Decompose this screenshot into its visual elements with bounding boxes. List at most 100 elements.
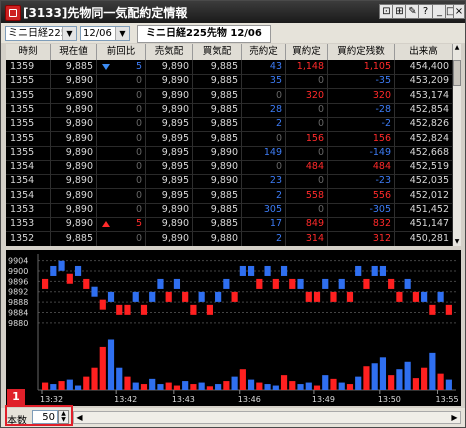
product-select[interactable]: ミニ日経225 ▼ <box>5 26 77 41</box>
volume-bar <box>346 384 354 390</box>
scroll-up-icon[interactable]: ▲ <box>453 44 461 52</box>
volume-bar <box>99 346 106 390</box>
table-row[interactable]: 1359 9,885 5 9,890 9,885 43 1,148 1,105 454,400 <box>6 60 453 75</box>
x-tick-label: 13:49 <box>312 395 335 404</box>
cell-sell: 2 <box>242 117 286 132</box>
cell-bid: 9,880 <box>193 231 242 246</box>
column-header[interactable]: 出来高 <box>395 44 453 60</box>
up-arrow-icon <box>102 221 110 228</box>
volume-bar <box>355 376 362 390</box>
trade-table: 時刻 現在値 前回比 売気配 買気配 売約定 買約定 買約定残数 出来高 1359 9,885 5 9… <box>6 44 461 246</box>
volume-bar <box>215 384 222 390</box>
cell-time: 1352 <box>6 231 51 246</box>
volume-bar <box>289 381 296 390</box>
table-row[interactable]: 1354 9,890 0 9,895 9,890 23 0 -23 452,035 <box>6 174 453 190</box>
help-button[interactable]: ? <box>418 4 433 19</box>
cell-buy: 320 <box>286 88 328 103</box>
horizontal-scrollbar[interactable]: ◀ ▶ <box>73 411 461 424</box>
cell-change: 0 <box>97 188 146 203</box>
cell-ask: 9,890 <box>146 102 193 117</box>
volume-bar <box>412 378 419 390</box>
cell-ask: 9,890 <box>146 217 193 232</box>
title-bar[interactable]: [3133]先物同一気配約定情報 ⊡ ⊞ ✎ ? _ □ × <box>1 1 465 23</box>
volume-bar <box>322 375 329 390</box>
cell-bid: 9,890 <box>193 160 242 175</box>
cell-bid: 9,885 <box>193 117 242 132</box>
column-header[interactable]: 買約定 <box>286 44 328 60</box>
price-mark <box>116 304 123 315</box>
vertical-scrollbar[interactable]: ▲ ▼ <box>453 44 461 246</box>
cell-ask: 9,890 <box>146 231 193 246</box>
table-header: 時刻 現在値 前回比 売気配 買気配 売約定 買約定 買約定残数 出来高 <box>6 44 453 60</box>
volume-bar <box>190 384 197 390</box>
cell-ask: 9,895 <box>146 131 193 146</box>
scroll-thumb[interactable] <box>453 60 461 86</box>
column-header[interactable]: 買約定残数 <box>328 44 395 60</box>
y-tick-label: 9884 <box>8 308 28 317</box>
volume-bar <box>363 366 370 390</box>
column-header[interactable]: 買気配 <box>193 44 242 60</box>
price-mark <box>256 278 263 289</box>
cell-volume: 452,519 <box>395 160 453 175</box>
table-row[interactable]: 1354 9,890 0 9,895 9,890 0 484 484 452,519 <box>6 160 453 176</box>
cell-volume: 452,854 <box>395 102 453 117</box>
volume-bar <box>396 369 403 390</box>
chevron-down-icon[interactable]: ▼ <box>62 27 76 40</box>
cell-time: 1354 <box>6 160 51 175</box>
cell-bid: 9,885 <box>193 131 242 146</box>
cell-net: -2 <box>328 117 395 132</box>
volume-bar <box>429 352 436 390</box>
column-header[interactable]: 時刻 <box>6 44 51 60</box>
cell-price: 9,890 <box>51 188 97 203</box>
cell-price: 9,885 <box>51 60 97 74</box>
scroll-right-icon[interactable]: ▶ <box>449 412 460 423</box>
down-arrow-icon <box>102 64 110 70</box>
table-row[interactable]: 1352 9,885 0 9,890 9,880 2 314 312 450,281 <box>6 231 453 246</box>
price-mark <box>124 304 131 315</box>
table-row[interactable]: 1355 9,890 0 9,895 9,885 0 156 156 452,824 <box>6 131 453 147</box>
scroll-left-icon[interactable]: ◀ <box>74 412 85 423</box>
cell-ask: 9,895 <box>146 160 193 175</box>
column-header[interactable]: 前回比 <box>97 44 146 60</box>
close-button[interactable]: × <box>453 4 465 19</box>
cell-volume: 452,824 <box>395 131 453 146</box>
cell-bid: 9,885 <box>193 88 242 103</box>
price-mark <box>223 278 230 289</box>
table-row[interactable]: 1355 9,890 0 9,890 9,885 35 0 -35 453,209 <box>6 74 453 90</box>
cell-price: 9,890 <box>51 160 97 175</box>
column-header[interactable]: 売気配 <box>146 44 193 60</box>
price-mark <box>132 291 139 302</box>
chevron-down-icon[interactable]: ▼ <box>115 27 129 40</box>
x-tick-label: 13:42 <box>114 395 137 404</box>
scroll-down-icon[interactable]: ▼ <box>453 238 461 246</box>
table-row[interactable]: 1355 9,890 0 9,890 9,885 28 0 -28 452,854 <box>6 102 453 118</box>
table-row[interactable]: 1355 9,890 0 9,895 9,890 149 0 -149 452,668 <box>6 145 453 161</box>
table-row[interactable]: 1353 9,890 0 9,890 9,885 305 0 -305 451,452 <box>6 203 453 218</box>
price-mark <box>99 299 106 310</box>
cell-bid: 9,885 <box>193 102 242 117</box>
price-mark <box>388 278 395 289</box>
table-row[interactable]: 1354 9,890 0 9,895 9,885 2 558 556 452,012 <box>6 188 453 204</box>
cell-sell: 28 <box>242 102 286 117</box>
cell-ask: 9,895 <box>146 174 193 189</box>
toolbar: ミニ日経225 ▼ 12/06 ▼ ミニ日経225先物 12/06 <box>1 23 465 43</box>
cell-buy: 0 <box>286 174 328 189</box>
column-header[interactable]: 現在値 <box>51 44 97 60</box>
cell-volume: 452,668 <box>395 145 453 160</box>
price-mark <box>322 278 329 289</box>
price-mark <box>355 265 362 276</box>
price-mark <box>107 291 115 302</box>
cell-buy: 156 <box>286 131 328 146</box>
price-mark <box>330 291 337 302</box>
cell-price: 9,890 <box>51 88 97 103</box>
table-row[interactable]: 1353 9,890 5 9,890 9,885 17 849 832 451,147 <box>6 217 453 233</box>
cell-net: -149 <box>328 145 395 160</box>
volume-bar <box>182 381 189 390</box>
column-header[interactable]: 売約定 <box>242 44 286 60</box>
price-mark <box>379 265 387 276</box>
table-row[interactable]: 1355 9,890 0 9,895 9,885 2 0 -2 452,826 <box>6 117 453 133</box>
volume-bar <box>42 382 49 390</box>
month-select[interactable]: 12/06 ▼ <box>80 26 130 41</box>
table-row[interactable]: 1355 9,890 0 9,890 9,885 0 320 320 453,174 <box>6 88 453 104</box>
price-mark <box>91 286 98 297</box>
